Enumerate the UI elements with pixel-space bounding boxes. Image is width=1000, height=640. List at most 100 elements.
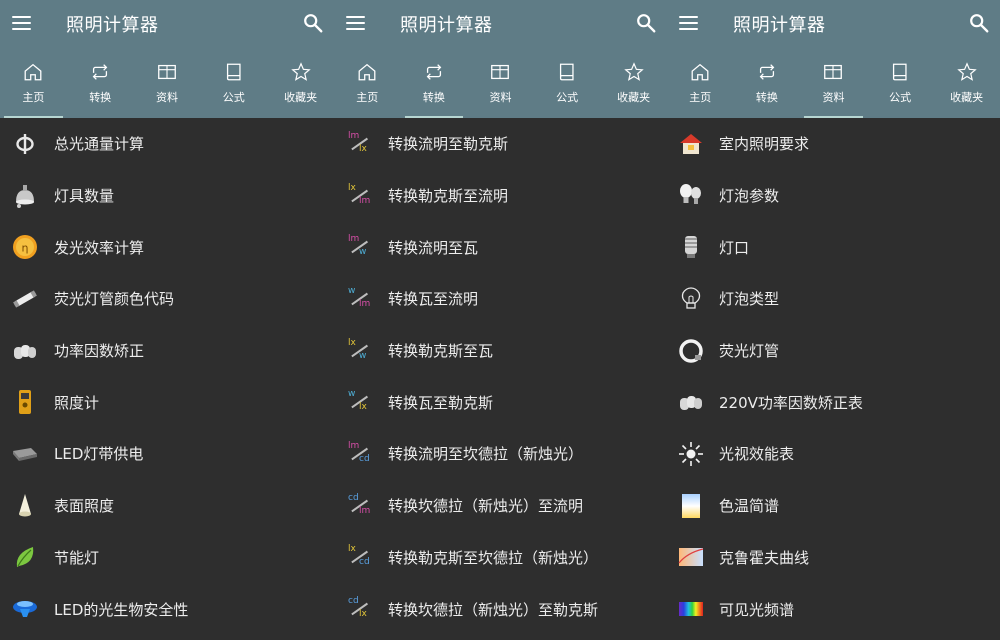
list-item[interactable]: 灯口: [667, 221, 1000, 273]
star-icon: [956, 62, 977, 81]
tab-reference[interactable]: 资料: [134, 58, 201, 118]
list-item[interactable]: lm lx 转换流明至勒克斯: [334, 118, 667, 170]
tab-home[interactable]: 主页: [0, 58, 67, 118]
book-icon: [560, 63, 574, 81]
capacitor-icon: [680, 396, 702, 411]
menu-icon[interactable]: [346, 13, 368, 33]
unit-conversion-icon: w lm: [348, 285, 371, 309]
list-item[interactable]: 灯具数量: [0, 170, 334, 222]
home-icon: [358, 63, 376, 81]
menu-icon[interactable]: [679, 13, 701, 33]
list-item[interactable]: 节能灯: [0, 532, 334, 584]
fluorescent-tube-icon: [13, 290, 37, 308]
search-icon[interactable]: [302, 12, 324, 34]
bulb-outline-icon: [681, 287, 701, 309]
tab-favorites[interactable]: 收藏夹: [600, 58, 667, 118]
list-item[interactable]: lx cd 转换勒克斯至坎德拉（新烛光）: [334, 532, 667, 584]
socket-icon: [685, 236, 697, 259]
list-item[interactable]: η 发光效率计算: [0, 221, 334, 273]
book-icon: [226, 63, 241, 81]
svg-text:η: η: [22, 242, 29, 255]
list-item[interactable]: LED的光生物安全性: [0, 583, 334, 635]
list-item[interactable]: 灯泡参数: [667, 170, 1000, 222]
tab-home[interactable]: 主页: [334, 58, 401, 118]
tab-reference[interactable]: 资料: [800, 58, 867, 118]
led-bulb-icon: [13, 601, 37, 618]
reference-panel: 照明计算器 主页 转换 资料 公式 收藏夹 室内照明要求 灯泡参数 灯口 灯泡类…: [667, 0, 1000, 640]
tab-formula[interactable]: 公式: [867, 58, 934, 118]
list-item[interactable]: 灯泡类型: [667, 273, 1000, 325]
unit-conversion-icon: lx w: [348, 337, 368, 361]
search-icon[interactable]: [968, 12, 990, 34]
unit-conversion-icon: cd lm: [348, 492, 371, 516]
list-item[interactable]: 克鲁霍夫曲线: [667, 532, 1000, 584]
app-title: 照明计算器: [400, 15, 493, 36]
tab-formula[interactable]: 公式: [534, 58, 601, 118]
list-item[interactable]: 功率因数矫正: [0, 325, 334, 377]
list-item[interactable]: lx lm 转换勒克斯至流明: [334, 170, 667, 222]
unit-conversion-icon: lm cd: [348, 440, 370, 464]
list-item[interactable]: w lx 转换瓦至勒克斯: [334, 376, 667, 428]
list-item[interactable]: LED灯带供电: [0, 428, 334, 480]
list-item[interactable]: lm w 转换流明至瓦: [334, 221, 667, 273]
app-title: 照明计算器: [733, 15, 826, 36]
list-item[interactable]: 光视效能表: [667, 428, 1000, 480]
led-strip-icon: [13, 447, 37, 461]
list-item[interactable]: cd lm 转换坎德拉（新烛光）至流明: [334, 480, 667, 532]
list-item[interactable]: 表面照度: [0, 480, 334, 532]
table-icon: [158, 64, 176, 80]
convert-icon: [759, 64, 775, 80]
tab-favorites[interactable]: 收藏夹: [933, 58, 1000, 118]
app-bar: 照明计算器 主页 转换 资料 公式 收藏夹: [0, 0, 334, 118]
list-item[interactable]: 照度计: [0, 376, 334, 428]
list-item[interactable]: 荧光灯管颜色代码: [0, 273, 334, 325]
tab-bar: 主页 转换 资料 公式 收藏夹: [667, 58, 1000, 118]
capacitor-icon: [14, 344, 36, 359]
star-icon: [623, 62, 644, 81]
tab-convert[interactable]: 转换: [67, 58, 134, 118]
tab-reference[interactable]: 资料: [467, 58, 534, 118]
spectrum-icon: [679, 602, 703, 617]
reference-list: 室内照明要求 灯泡参数 灯口 灯泡类型 荧光灯管 220V功率因数矫正表 光视效…: [667, 118, 1000, 635]
phi-icon: [16, 133, 34, 154]
book-icon: [893, 63, 907, 81]
convert-icon: [92, 64, 108, 80]
tab-convert[interactable]: 转换: [734, 58, 801, 118]
app-bar: 照明计算器 主页 转换 资料 公式 收藏夹: [667, 0, 1000, 118]
tab-bar: 主页 转换 资料 公式 收藏夹: [0, 58, 334, 118]
home-icon: [691, 63, 709, 81]
table-icon: [491, 64, 510, 80]
tab-formula[interactable]: 公式: [200, 58, 267, 118]
unit-conversion-icon: w lx: [348, 389, 368, 413]
luminaire-icon: [16, 184, 34, 208]
list-item[interactable]: 室内照明要求: [667, 118, 1000, 170]
efficacy-icon: η: [13, 235, 37, 260]
home-icon: [24, 63, 42, 81]
search-icon[interactable]: [635, 12, 657, 34]
convert-panel: 照明计算器 主页 转换 资料 公式 收藏夹 lm lx 转换流明至勒克斯 lx lm 转…: [334, 0, 667, 640]
list-item[interactable]: 220V功率因数矫正表: [667, 376, 1000, 428]
star-icon: [290, 62, 311, 81]
list-item[interactable]: lx w 转换勒克斯至瓦: [334, 325, 667, 377]
tab-favorites[interactable]: 收藏夹: [267, 58, 334, 118]
list-item[interactable]: 总光通量计算: [0, 118, 334, 170]
list-item[interactable]: 可见光频谱: [667, 583, 1000, 635]
lux-meter-icon: [19, 390, 31, 415]
list-item[interactable]: 色温简谱: [667, 480, 1000, 532]
list-item[interactable]: w lm 转换瓦至流明: [334, 273, 667, 325]
menu-icon[interactable]: [12, 13, 34, 33]
color-temperature-icon: [682, 493, 700, 518]
list-item[interactable]: cd lx 转换坎德拉（新烛光）至勒克斯: [334, 583, 667, 635]
tab-convert[interactable]: 转换: [401, 58, 468, 118]
list-item[interactable]: lm cd 转换流明至坎德拉（新烛光）: [334, 428, 667, 480]
tab-home[interactable]: 主页: [667, 58, 734, 118]
app-title: 照明计算器: [66, 15, 159, 36]
list-item[interactable]: 荧光灯管: [667, 325, 1000, 377]
home-panel: 照明计算器 主页 转换 资料 公式 收藏夹 总光通量计算 灯具数量 η 发光效率…: [0, 0, 334, 640]
kruithof-curve-icon: [678, 548, 704, 567]
convert-icon: [426, 64, 442, 80]
home-list: 总光通量计算 灯具数量 η 发光效率计算 荧光灯管颜色代码 功率因数矫正 照度计…: [0, 118, 334, 635]
bulbs-icon: [680, 183, 701, 204]
circular-tube-icon: [679, 338, 703, 363]
unit-conversion-icon: lm lx: [348, 130, 368, 154]
